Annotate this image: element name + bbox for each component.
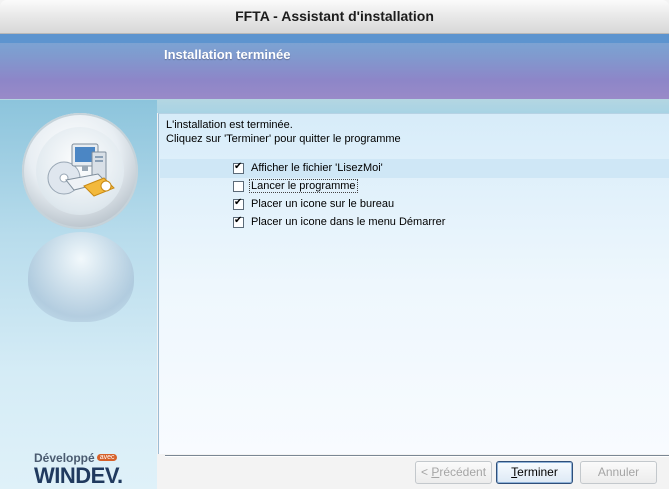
step-title: Installation terminée bbox=[164, 47, 291, 62]
window-title: FFTA - Assistant d'installation bbox=[235, 8, 434, 24]
windev-brand: WINDEV. bbox=[34, 463, 123, 488]
installer-window: FFTA - Assistant d'installation Installa… bbox=[0, 0, 669, 489]
previous-button[interactable]: < Précédent bbox=[415, 461, 492, 484]
launch-option-label[interactable]: Lancer le programme bbox=[249, 179, 358, 193]
previous-button-text: récédent bbox=[439, 465, 487, 479]
logo-reflection bbox=[28, 232, 134, 322]
wizard-header: Installation terminée bbox=[0, 34, 669, 100]
finish-button[interactable]: Terminer bbox=[496, 461, 573, 484]
completion-message: L'installation est terminée. bbox=[166, 119, 293, 131]
previous-button-prefix: < bbox=[420, 465, 432, 479]
cancel-button[interactable]: Annuler bbox=[580, 461, 657, 484]
option-start-menu-icon[interactable]: Placer un icone dans le menu Démarrer bbox=[233, 214, 446, 230]
launch-checkbox[interactable] bbox=[233, 180, 244, 192]
finish-button-text: erminer bbox=[517, 465, 558, 479]
instruction-message: Cliquez sur 'Terminer' pour quitter le p… bbox=[166, 133, 401, 145]
option-launch-program[interactable]: Lancer le programme bbox=[233, 178, 358, 194]
desktop-icon-option-label[interactable]: Placer un icone sur le bureau bbox=[250, 198, 395, 210]
readme-checkbox[interactable] bbox=[233, 161, 244, 174]
option-show-readme[interactable]: Afficher le fichier 'LisezMoi' bbox=[233, 160, 384, 176]
header-stripe bbox=[0, 34, 669, 43]
readme-option-label[interactable]: Afficher le fichier 'LisezMoi' bbox=[250, 162, 384, 174]
windev-avec-badge: avec bbox=[96, 454, 118, 461]
title-bar[interactable]: FFTA - Assistant d'installation bbox=[0, 0, 669, 34]
start-menu-option-label[interactable]: Placer un icone dans le menu Démarrer bbox=[250, 216, 446, 228]
option-desktop-icon[interactable]: Placer un icone sur le bureau bbox=[233, 196, 395, 212]
windev-logo: Développé avec WINDEV. bbox=[34, 447, 123, 488]
wizard-content: L'installation est terminée. Cliquez sur… bbox=[158, 113, 669, 454]
computer-setup-icon bbox=[47, 143, 115, 197]
footer-separator bbox=[165, 455, 669, 457]
start-menu-checkbox[interactable] bbox=[233, 215, 244, 228]
desktop-icon-checkbox[interactable] bbox=[233, 197, 244, 210]
